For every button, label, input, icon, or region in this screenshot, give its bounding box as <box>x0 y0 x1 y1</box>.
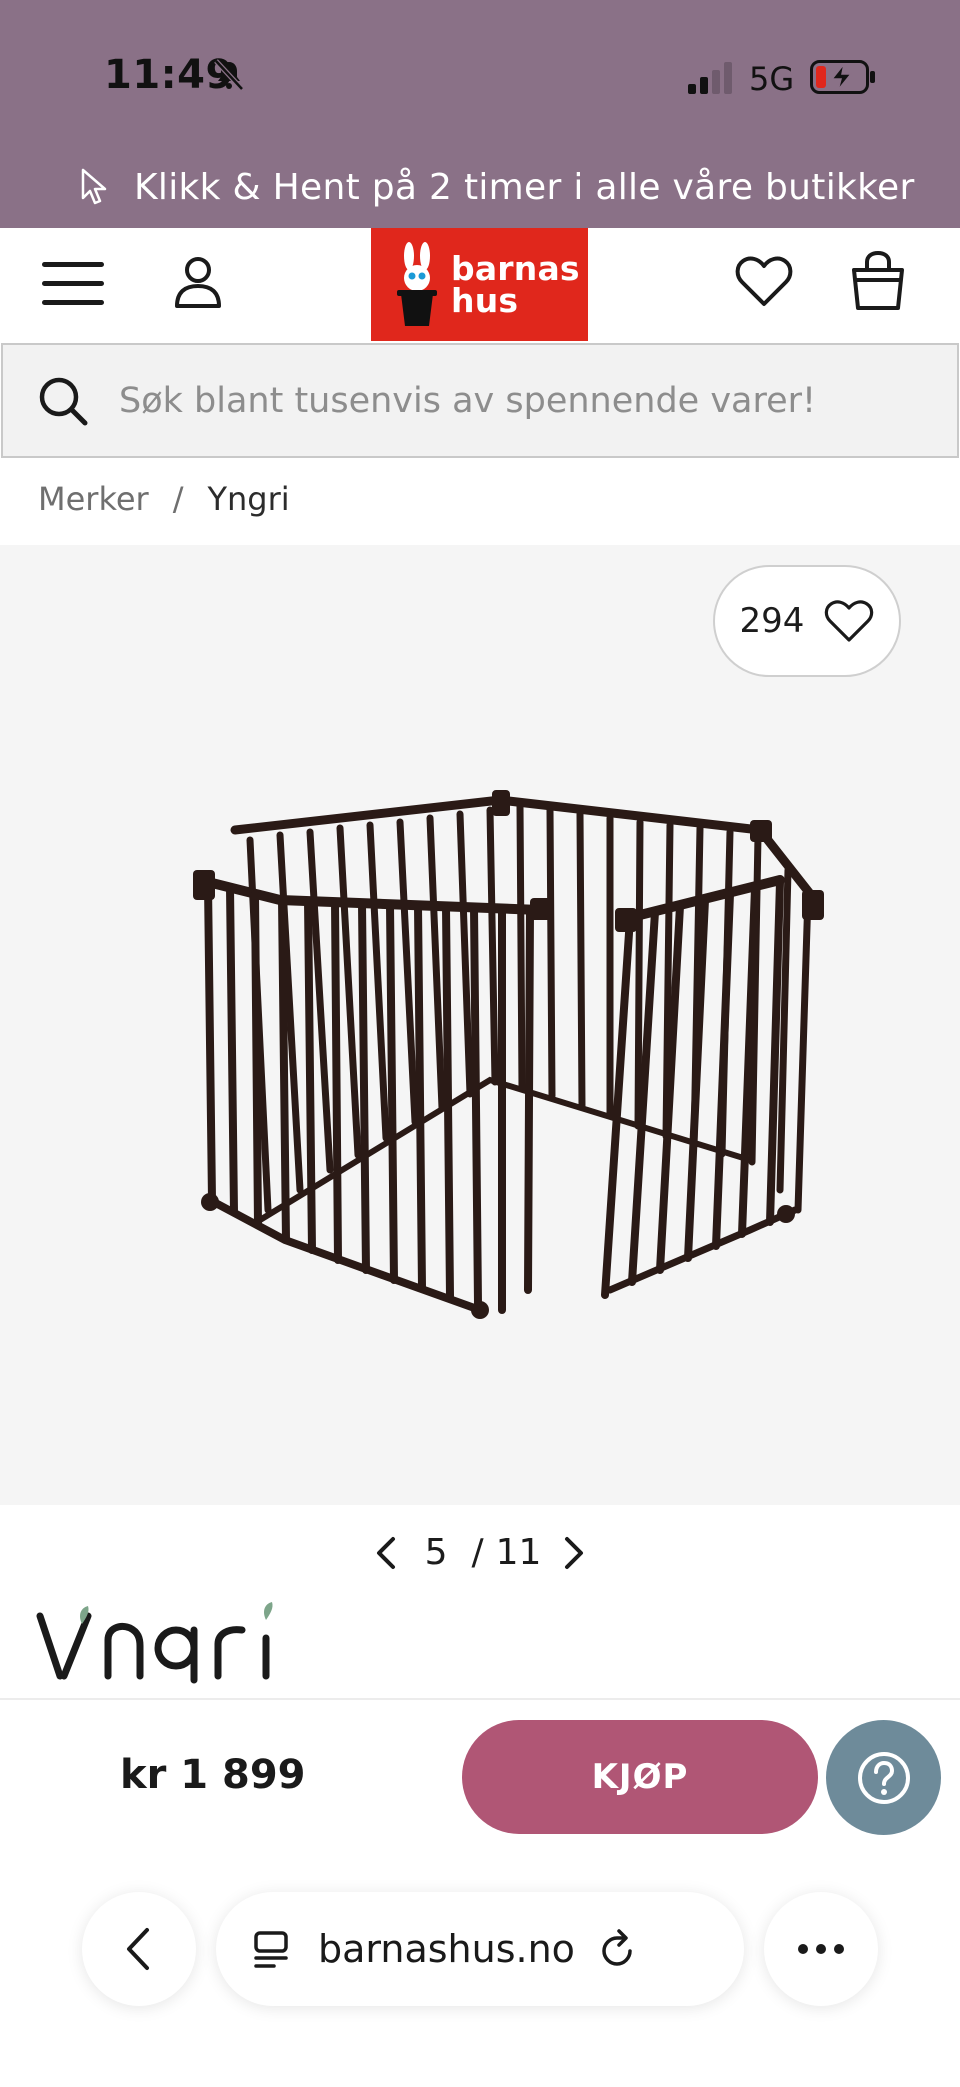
help-button[interactable] <box>826 1720 941 1835</box>
logo-line-2: hus <box>451 280 519 320</box>
bell-off-icon <box>214 59 244 91</box>
cursor-icon <box>81 168 107 205</box>
favorite-button[interactable]: 294 <box>713 565 901 677</box>
menu-line <box>42 281 104 286</box>
question-icon <box>857 1751 910 1804</box>
buy-bar-divider <box>0 1698 960 1700</box>
url-text: barnashus.no <box>318 1927 575 1971</box>
browser-more-button[interactable] <box>764 1892 878 2006</box>
product-price: kr 1 899 <box>120 1752 306 1798</box>
search-bar[interactable] <box>1 343 959 458</box>
promo-banner[interactable]: Klikk & Hent på 2 timer i alle våre buti… <box>80 162 915 212</box>
page-separator: / <box>471 1532 484 1573</box>
logo-line-1: barnas <box>451 248 580 288</box>
account-icon[interactable] <box>170 254 226 310</box>
wishlist-heart-icon[interactable] <box>734 254 794 310</box>
breadcrumb-separator: / <box>172 480 184 518</box>
total-pages: 11 <box>495 1532 542 1573</box>
breadcrumb: Merker / Yngri <box>38 480 290 518</box>
reload-icon[interactable] <box>595 1927 639 1971</box>
more-dots-icon <box>798 1944 844 1954</box>
address-bar[interactable]: barnashus.no <box>216 1892 744 2006</box>
product-gallery[interactable]: 294 <box>0 545 960 1505</box>
signal-icon <box>688 62 732 94</box>
heart-icon <box>825 600 874 642</box>
breadcrumb-item-yngri[interactable]: Yngri <box>207 480 289 518</box>
browser-toolbar: barnashus.no <box>0 1860 960 2087</box>
current-page: 5 <box>424 1532 448 1573</box>
page-menu-icon <box>254 1931 288 1968</box>
browser-back-button[interactable] <box>82 1892 196 2006</box>
menu-button[interactable] <box>42 262 104 310</box>
top-band: 11:49 5G Klikk & Hent på 2 timer i alle … <box>0 0 960 228</box>
buy-button[interactable]: KJØP <box>462 1720 818 1834</box>
shopping-bag-icon[interactable] <box>848 250 908 312</box>
menu-line <box>42 300 104 305</box>
site-header: barnas hus <box>0 228 960 342</box>
gallery-pager: 5 / 11 <box>0 1525 960 1580</box>
site-logo[interactable]: barnas hus <box>371 228 588 341</box>
menu-line <box>42 262 104 267</box>
search-input[interactable] <box>119 380 899 421</box>
chevron-left-icon <box>127 1928 149 1970</box>
search-icon <box>39 377 88 425</box>
product-image-playpen <box>193 790 824 1319</box>
chevron-right-icon[interactable] <box>559 1533 589 1573</box>
brand-logo-yngri[interactable] <box>36 1598 296 1688</box>
breadcrumb-item-merker[interactable]: Merker <box>38 480 149 518</box>
promo-text: Klikk & Hent på 2 timer i alle våre buti… <box>134 166 915 208</box>
favorite-count: 294 <box>739 601 805 641</box>
battery-icon <box>810 60 875 94</box>
bunny-logo-icon <box>397 241 437 326</box>
logo-text: barnas hus <box>451 248 580 320</box>
chevron-left-icon[interactable] <box>371 1533 401 1573</box>
network-type: 5G <box>749 60 795 98</box>
